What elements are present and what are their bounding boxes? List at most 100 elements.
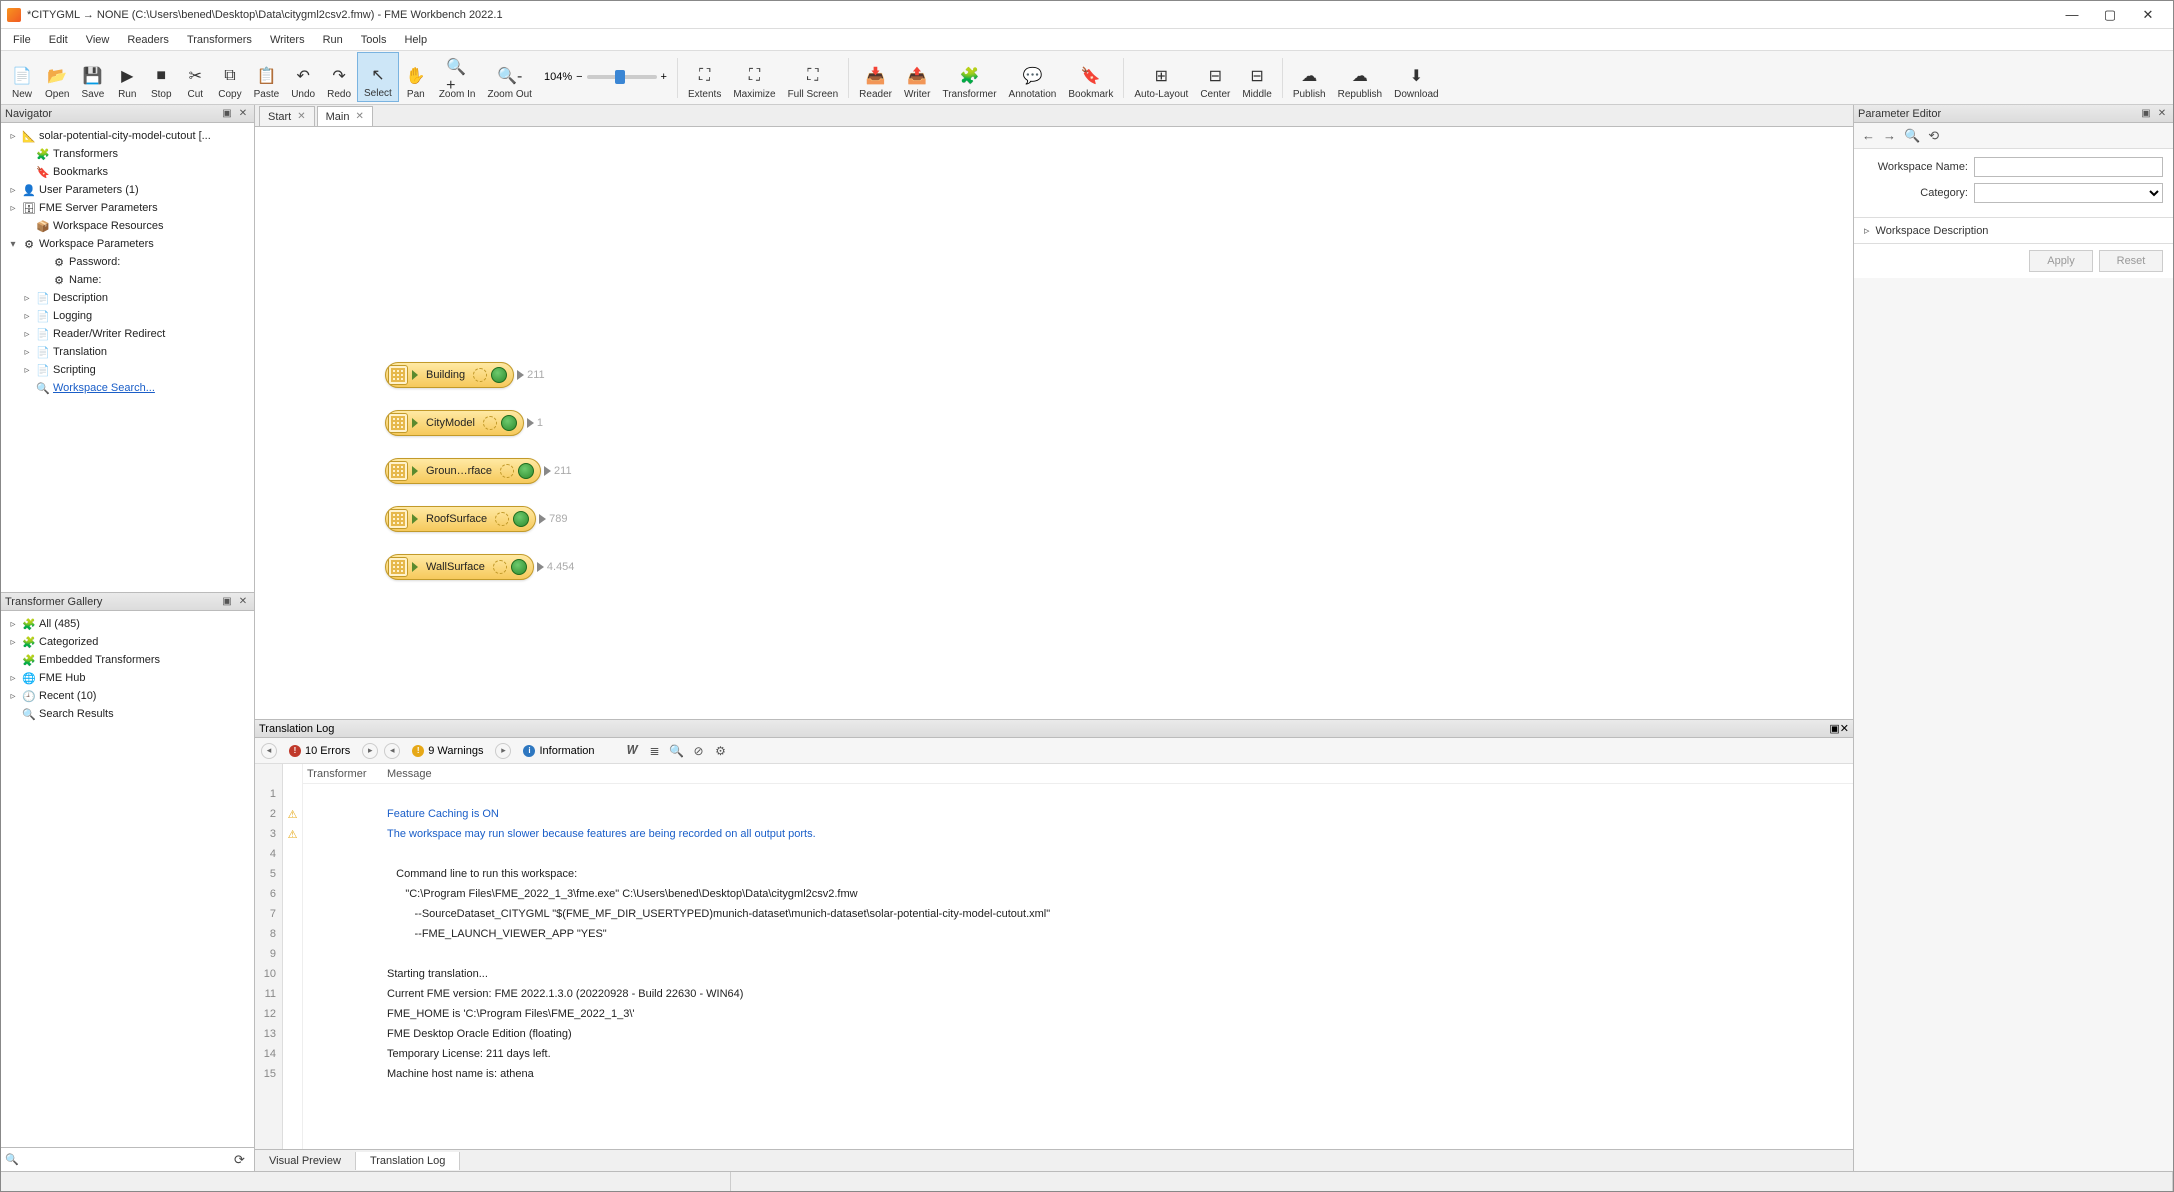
tool-transformer[interactable]: 🧩Transformer [936,52,1002,102]
tree-item[interactable]: ▹📐solar-potential-city-model-cutout [... [3,127,252,145]
gear-icon[interactable] [495,512,509,526]
twisty-icon[interactable]: ▹ [21,293,33,304]
feature-groun…rface[interactable]: Groun…rface211 [385,458,572,484]
tree-item[interactable]: ▹🕘Recent (10) [3,687,252,705]
feature-building[interactable]: Building211 [385,362,545,388]
reset-button[interactable]: Reset [2099,250,2163,272]
tree-item[interactable]: ▹👤User Parameters (1) [3,181,252,199]
gear-icon[interactable] [500,464,514,478]
tree-item[interactable]: ▾⚙Workspace Parameters [3,235,252,253]
cache-icon[interactable] [501,415,517,431]
cache-icon[interactable] [518,463,534,479]
tool-select[interactable]: ↖Select [357,52,399,102]
list-icon[interactable]: ≣ [647,743,663,759]
reset-icon[interactable]: ⟲ [1928,128,1939,144]
twisty-icon[interactable]: ▹ [7,637,19,648]
play-icon[interactable] [412,466,418,476]
twisty-icon[interactable]: ▹ [21,365,33,376]
tree-item[interactable]: 🔖Bookmarks [3,163,252,181]
tool-redo[interactable]: ↷Redo [321,52,357,102]
tool-fullscreen[interactable]: ⛶Full Screen [782,52,845,102]
play-icon[interactable] [412,418,418,428]
tool-maximize[interactable]: ⛶Maximize [727,52,781,102]
next-icon[interactable]: ▸ [495,743,511,759]
tool-extents[interactable]: ⛶Extents [682,52,727,102]
twisty-icon[interactable]: ▹ [7,131,19,142]
tree-item[interactable]: ▹🧩Categorized [3,633,252,651]
twisty-icon[interactable]: ▹ [7,185,19,196]
tree-item[interactable]: ▹📄Description [3,289,252,307]
menu-readers[interactable]: Readers [119,32,177,48]
warnings-chip[interactable]: !9 Warnings [406,743,489,759]
cache-icon[interactable] [511,559,527,575]
close-icon[interactable]: ✕ [236,595,250,609]
translation-log-body[interactable]: 123456789101112131415 Transformer Messag… [255,764,1853,1149]
tab-main[interactable]: Main✕ [317,106,373,126]
twisty-icon[interactable]: ▹ [21,311,33,322]
tool-zoomin[interactable]: 🔍+Zoom In [433,52,482,102]
twisty-icon[interactable]: ▹ [21,329,33,340]
category-select[interactable] [1974,183,2163,203]
tree-item[interactable]: ▹🧩All (485) [3,615,252,633]
apply-button[interactable]: Apply [2029,250,2093,272]
tool-autolayout[interactable]: ⊞Auto-Layout [1128,52,1194,102]
gallery-panel[interactable]: ▹🧩All (485)▹🧩Categorized🧩Embedded Transf… [1,611,254,1147]
gear-icon[interactable] [483,416,497,430]
close-button[interactable]: ✕ [2129,2,2167,28]
bottom-tab-translation-log[interactable]: Translation Log [356,1152,460,1170]
tree-item[interactable]: ▹🗄FME Server Parameters [3,199,252,217]
output-port-icon[interactable] [539,514,546,524]
tab-start[interactable]: Start✕ [259,106,315,126]
tool-center[interactable]: ⊟Center [1194,52,1236,102]
tree-item[interactable]: ▹📄Logging [3,307,252,325]
cache-icon[interactable] [491,367,507,383]
tool-reader[interactable]: 📥Reader [853,52,898,102]
zoom-slider[interactable]: 104%−+ [538,52,673,102]
refresh-icon[interactable]: ⟳ [234,1152,250,1168]
tool-new[interactable]: 📄New [5,52,39,102]
tool-bookmark[interactable]: 🔖Bookmark [1062,52,1119,102]
menu-edit[interactable]: Edit [41,32,76,48]
forward-icon[interactable]: → [1883,128,1896,143]
tool-republish[interactable]: ☁Republish [1332,52,1388,102]
close-icon[interactable]: ✕ [236,107,250,121]
tree-item[interactable]: ▹🌐FME Hub [3,669,252,687]
tool-save[interactable]: 💾Save [75,52,110,102]
errors-chip[interactable]: !10 Errors [283,743,356,759]
output-port-icon[interactable] [527,418,534,428]
tree-item[interactable]: 🔍Search Results [3,705,252,723]
back-icon[interactable]: ← [1862,128,1875,143]
menu-transformers[interactable]: Transformers [179,32,260,48]
navigator-panel[interactable]: ▹📐solar-potential-city-model-cutout [...… [1,123,254,593]
workspace-description-row[interactable]: ▹ Workspace Description [1854,218,2173,244]
menu-view[interactable]: View [78,32,118,48]
prev-icon[interactable]: ◂ [384,743,400,759]
prev-icon[interactable]: ◂ [261,743,277,759]
bottom-tab-visual-preview[interactable]: Visual Preview [255,1152,356,1170]
menu-writers[interactable]: Writers [262,32,313,48]
tree-item[interactable]: ▹📄Reader/Writer Redirect [3,325,252,343]
twisty-icon[interactable]: ▾ [7,239,19,250]
info-chip[interactable]: iInformation [517,743,600,759]
output-port-icon[interactable] [544,466,551,476]
next-icon[interactable]: ▸ [362,743,378,759]
tool-copy[interactable]: ⧉Copy [212,52,247,102]
feature-roofsurface[interactable]: RoofSurface789 [385,506,568,532]
tool-cut[interactable]: ✂Cut [178,52,212,102]
twisty-icon[interactable]: ▹ [7,203,19,214]
tree-item[interactable]: 🧩Transformers [3,145,252,163]
tool-open[interactable]: 📂Open [39,52,75,102]
settings-icon[interactable]: ⚙ [713,743,729,759]
undock-icon[interactable]: ▣ [2139,107,2153,121]
tool-annotation[interactable]: 💬Annotation [1003,52,1063,102]
search-input[interactable] [19,1154,234,1166]
tree-item[interactable]: 🔍Workspace Search... [3,379,252,397]
tree-item[interactable]: 📦Workspace Resources [3,217,252,235]
menu-file[interactable]: File [5,32,39,48]
play-icon[interactable] [412,514,418,524]
tool-publish[interactable]: ☁Publish [1287,52,1332,102]
maximize-button[interactable]: ▢ [2091,2,2129,28]
close-icon[interactable]: ✕ [355,111,363,122]
minimize-button[interactable]: — [2053,2,2091,28]
tool-stop[interactable]: ■Stop [144,52,178,102]
